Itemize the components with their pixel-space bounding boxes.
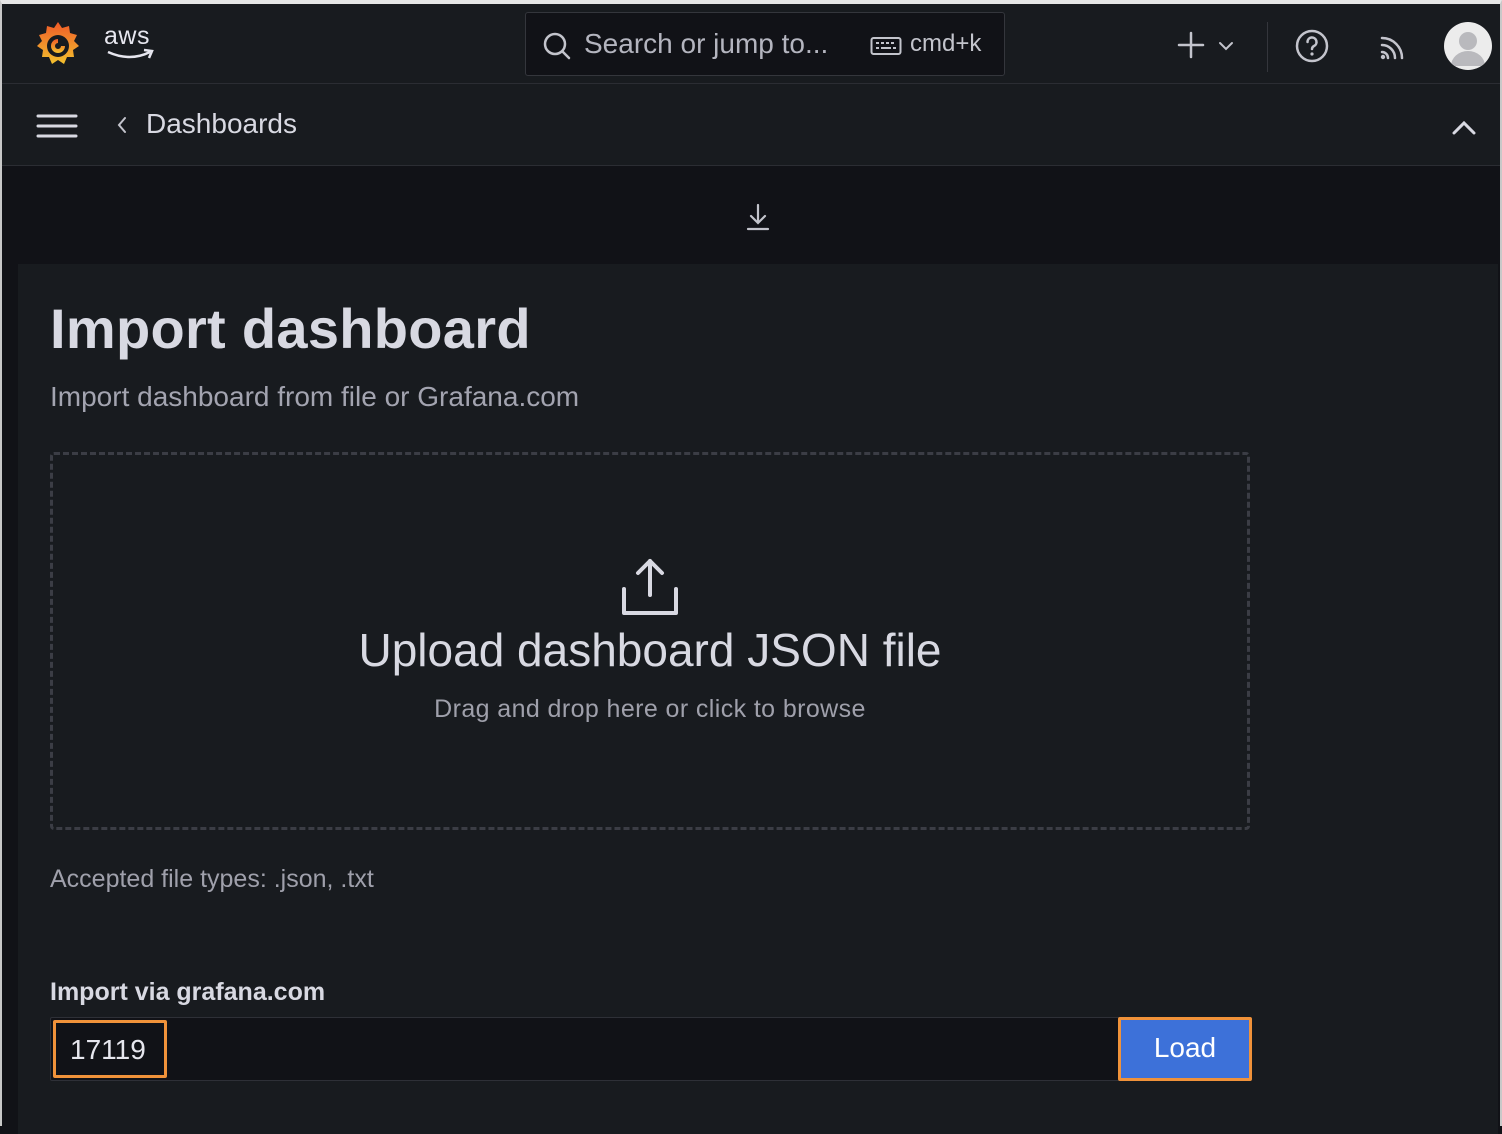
load-button[interactable]: Load: [1118, 1017, 1252, 1081]
grafana-logo-icon[interactable]: [32, 18, 84, 70]
header-divider: [1267, 22, 1268, 72]
accepted-file-types: Accepted file types: .json, .txt: [50, 865, 374, 893]
aws-logo: aws: [104, 22, 158, 64]
upload-title: Upload dashboard JSON file: [358, 624, 942, 676]
hamburger-menu-icon[interactable]: [36, 112, 80, 142]
aws-logo-text: aws: [104, 22, 150, 50]
search-shortcut: cmd+k: [910, 30, 982, 57]
keyboard-icon: [870, 35, 902, 57]
download-icon[interactable]: [744, 202, 772, 232]
upload-hint: Drag and drop here or click to browse: [434, 695, 866, 723]
breadcrumb-dashboards[interactable]: Dashboards: [146, 108, 297, 140]
import-panel: Import dashboard Import dashboard from f…: [18, 264, 1498, 1134]
chevron-down-icon: [1218, 39, 1234, 57]
chevron-up-icon[interactable]: [1448, 118, 1480, 138]
chevron-left-icon[interactable]: [114, 115, 130, 135]
upload-icon: [618, 555, 682, 619]
upload-dropzone[interactable]: Upload dashboard JSON file Drag and drop…: [50, 452, 1250, 830]
grafana-id-value: 17119: [53, 1020, 167, 1078]
new-menu-button[interactable]: [1172, 26, 1242, 66]
breadcrumb-bar: Dashboards: [2, 84, 1500, 166]
plus-icon: [1176, 30, 1206, 65]
toolbar-strip: [2, 166, 1500, 262]
news-icon[interactable]: [1376, 30, 1410, 64]
help-icon[interactable]: [1294, 28, 1330, 64]
avatar[interactable]: [1444, 22, 1492, 70]
search-icon: [542, 31, 572, 61]
page-title: Import dashboard: [50, 297, 531, 360]
top-bar: aws Search or jump to... cmd+k: [2, 4, 1500, 84]
app-window: aws Search or jump to... cmd+k Dashboard…: [0, 0, 1502, 1134]
grafana-id-input[interactable]: 17119: [50, 1017, 1120, 1081]
page-subtitle: Import dashboard from file or Grafana.co…: [50, 381, 580, 412]
grafana-import-label: Import via grafana.com: [50, 978, 326, 1006]
search-bar[interactable]: Search or jump to... cmd+k: [525, 12, 1005, 76]
search-placeholder: Search or jump to...: [584, 28, 829, 59]
